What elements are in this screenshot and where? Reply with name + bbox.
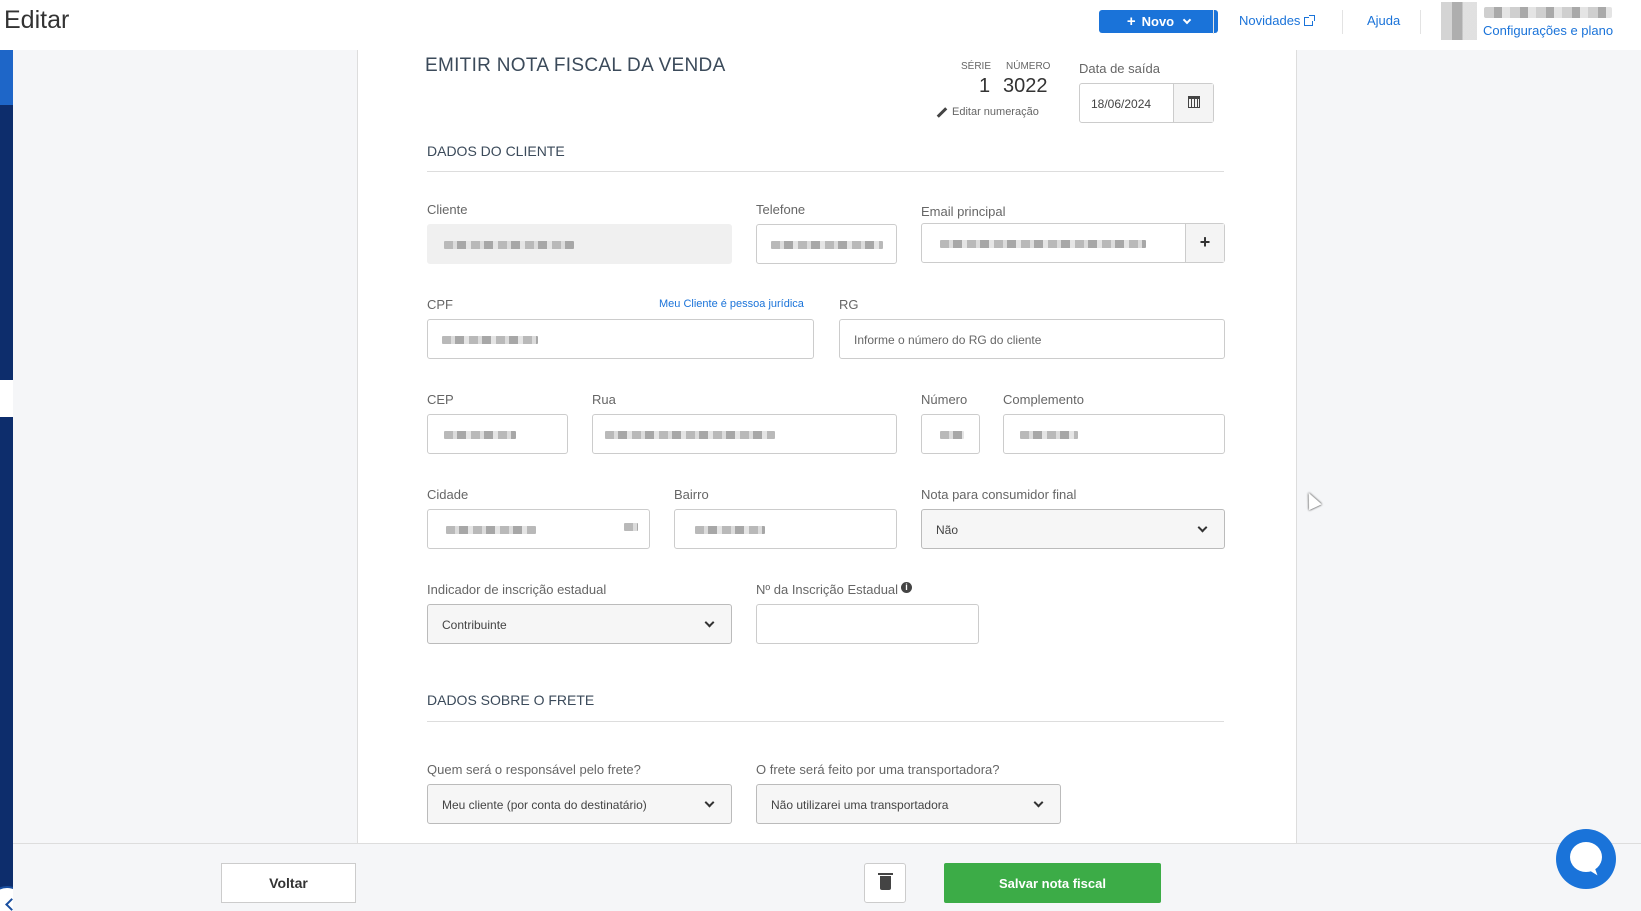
cidade-field[interactable]: [427, 509, 650, 549]
avatar[interactable]: [1441, 2, 1477, 40]
numero-address-label: Número: [921, 392, 968, 407]
novo-button-label: Novo: [1141, 14, 1175, 29]
pencil-icon: [936, 106, 948, 118]
telefone-label: Telefone: [756, 202, 806, 217]
redacted-value: [624, 523, 638, 531]
cpf-field[interactable]: [427, 319, 814, 359]
ajuda-link[interactable]: Ajuda: [1367, 13, 1400, 28]
redacted-value: [940, 240, 1146, 248]
external-link-icon: [1304, 15, 1316, 27]
rg-placeholder: Informe o número do RG do cliente: [854, 333, 1042, 347]
rg-field[interactable]: Informe o número do RG do cliente: [839, 319, 1225, 359]
date-value: 18/06/2024: [1091, 97, 1152, 111]
edit-numbering-label: Editar numeração: [952, 106, 1039, 118]
edit-numbering-link[interactable]: Editar numeração: [936, 106, 1039, 118]
chevron-down-icon: [704, 617, 715, 628]
chat-icon: [1570, 842, 1602, 872]
calendar-icon: [1188, 96, 1200, 108]
sidebar-active-item[interactable]: [0, 50, 13, 105]
top-bar: Editar + Novo Novidades Ajuda Configuraç…: [0, 0, 1641, 50]
chevron-down-icon: [1182, 15, 1192, 24]
novo-button[interactable]: + Novo: [1099, 10, 1218, 33]
cidade-label: Cidade: [427, 487, 469, 502]
responsavel-frete-select[interactable]: Meu cliente (por conta do destinatário): [427, 784, 732, 824]
complemento-field[interactable]: [1003, 414, 1225, 454]
chevron-down-icon: [704, 797, 715, 808]
serie-value: 1: [979, 75, 991, 97]
redacted-value: [695, 526, 765, 534]
config-plan-link[interactable]: Configurações e plano: [1483, 23, 1613, 38]
redacted-value: [940, 431, 964, 439]
date-field[interactable]: 18/06/2024: [1079, 83, 1214, 123]
transportadora-label: O frete será feito por uma transportador…: [756, 762, 1000, 777]
numero-value: 3022: [1003, 75, 1048, 97]
redacted-value: [605, 431, 775, 439]
bairro-field[interactable]: [674, 509, 897, 549]
transportadora-value: Não utilizarei uma transportadora: [771, 798, 949, 812]
add-email-button[interactable]: +: [1185, 224, 1224, 262]
divider: [1213, 10, 1214, 34]
complemento-label: Complemento: [1003, 392, 1084, 407]
redacted-value: [1020, 431, 1078, 439]
salvar-nota-button[interactable]: Salvar nota fiscal: [944, 863, 1161, 903]
indicador-ie-value: Contribuinte: [442, 618, 507, 632]
novidades-label: Novidades: [1239, 13, 1301, 28]
redacted-value: [771, 241, 883, 249]
cep-field[interactable]: [427, 414, 568, 454]
telefone-field[interactable]: [756, 224, 897, 264]
novidades-link[interactable]: Novidades: [1239, 13, 1316, 28]
divider: [1342, 10, 1343, 34]
cliente-label: Cliente: [427, 202, 468, 217]
cpf-label: CPF: [427, 297, 453, 312]
numero-address-field[interactable]: [921, 414, 980, 454]
trash-icon: [878, 873, 893, 890]
serie-label: SÉRIE: [961, 61, 992, 72]
cep-label: CEP: [427, 392, 454, 407]
redacted-value: [446, 526, 536, 534]
rua-field[interactable]: [592, 414, 897, 454]
sidebar-rail: [0, 50, 13, 911]
divider: [1420, 10, 1421, 34]
email-field[interactable]: +: [921, 223, 1225, 263]
section-divider: [427, 721, 1224, 722]
redacted-value: [444, 431, 516, 439]
responsavel-frete-value: Meu cliente (por conta do destinatário): [442, 798, 647, 812]
rg-label: RG: [839, 297, 859, 312]
transportadora-select[interactable]: Não utilizarei uma transportadora: [756, 784, 1061, 824]
indicador-ie-label: Indicador de inscrição estadual: [427, 582, 607, 597]
sidebar-highlight: [0, 380, 13, 417]
inscricao-estadual-field[interactable]: [756, 604, 979, 644]
section-title-cliente: DADOS DO CLIENTE: [427, 143, 565, 159]
user-name-redacted: [1484, 7, 1612, 18]
calendar-button[interactable]: [1173, 84, 1213, 122]
email-label: Email principal: [921, 204, 1006, 219]
pessoa-juridica-link[interactable]: Meu Cliente é pessoa jurídica: [659, 298, 804, 310]
info-icon[interactable]: i: [901, 582, 913, 593]
responsavel-frete-label: Quem será o responsável pelo frete?: [427, 762, 641, 777]
indicador-ie-select[interactable]: Contribuinte: [427, 604, 732, 644]
section-title-frete: DADOS SOBRE O FRETE: [427, 692, 595, 708]
cliente-field: [427, 224, 732, 264]
date-label: Data de saída: [1079, 61, 1160, 76]
consumidor-final-select[interactable]: Não: [921, 509, 1225, 549]
delete-button[interactable]: [864, 863, 906, 903]
redacted-value: [442, 336, 538, 344]
inscricao-estadual-label: Nº da Inscrição Estadual: [756, 582, 899, 597]
bairro-label: Bairro: [674, 487, 709, 502]
voltar-button[interactable]: Voltar: [221, 863, 356, 903]
mouse-cursor-icon: [1302, 489, 1322, 511]
section-divider: [427, 171, 1224, 172]
inscricao-estadual-label-wrap: Nº da Inscrição Estadual i: [756, 582, 913, 597]
rua-label: Rua: [592, 392, 616, 407]
plus-icon: +: [1126, 13, 1136, 30]
page-title: Editar: [4, 6, 70, 34]
redacted-value: [444, 241, 574, 249]
chevron-down-icon: [1197, 522, 1208, 533]
chevron-down-icon: [1033, 797, 1044, 808]
consumidor-final-value: Não: [936, 523, 959, 537]
numero-label: NÚMERO: [1006, 61, 1051, 72]
form-title: EMITIR NOTA FISCAL DA VENDA: [425, 55, 726, 76]
chat-button[interactable]: [1556, 829, 1616, 889]
consumidor-final-label: Nota para consumidor final: [921, 487, 1077, 502]
